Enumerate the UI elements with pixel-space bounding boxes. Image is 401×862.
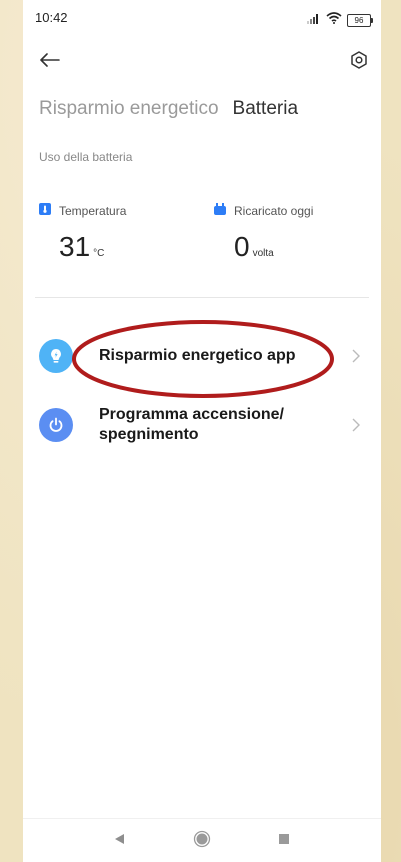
battery-icon: 96 xyxy=(347,13,373,27)
phone-screen: 10:42 96 Risparmio energetico Batteria U… xyxy=(23,0,381,862)
wifi-icon xyxy=(326,11,342,29)
plug-icon xyxy=(214,203,226,218)
lightbulb-icon xyxy=(39,339,73,373)
circle-home-icon xyxy=(193,830,211,853)
nav-back-button[interactable] xyxy=(108,829,132,853)
thermometer-icon xyxy=(39,203,51,218)
menu-item-label: Risparmio energetico app xyxy=(99,347,296,364)
chevron-right-icon xyxy=(351,349,361,363)
temperature-unit: °C xyxy=(93,248,105,259)
tab-power-saving[interactable]: Risparmio energetico xyxy=(39,98,219,120)
triangle-back-icon xyxy=(114,832,126,850)
nav-home-button[interactable] xyxy=(190,829,214,853)
recharged-label: Ricaricato oggi xyxy=(234,203,314,218)
settings-button[interactable] xyxy=(345,48,373,76)
menu-item-label: Programma accensione/ spegnimento xyxy=(99,405,284,445)
temperature-value: 31 xyxy=(59,231,91,262)
menu-item-label-line1: Programma accensione/ xyxy=(99,406,284,423)
recharged-value: 0 xyxy=(234,231,250,262)
signal-icon xyxy=(307,11,321,29)
menu-item-power-schedule[interactable]: Programma accensione/ spegnimento xyxy=(23,400,381,450)
menu-item-app-power-saving[interactable]: Risparmio energetico app xyxy=(23,336,381,376)
recharged-stat: Ricaricato oggi 0 volta xyxy=(214,203,313,263)
status-bar: 10:42 96 xyxy=(23,0,381,36)
toolbar xyxy=(23,44,381,80)
temperature-label: Temperatura xyxy=(59,203,127,218)
navigation-bar xyxy=(23,818,381,862)
status-time: 10:42 xyxy=(35,10,68,25)
recharged-unit: volta xyxy=(252,248,274,259)
chevron-right-icon xyxy=(351,418,361,432)
tab-bar: Risparmio energetico Batteria xyxy=(39,98,298,120)
arrow-left-icon xyxy=(40,52,60,72)
power-icon xyxy=(39,408,73,442)
gear-icon xyxy=(350,50,368,74)
section-label: Uso della batteria xyxy=(39,150,133,164)
nav-recents-button[interactable] xyxy=(272,829,296,853)
menu-item-label-line2: spegnimento xyxy=(99,426,199,443)
temperature-stat: Temperatura 31 °C xyxy=(39,203,126,263)
square-recents-icon xyxy=(278,832,290,850)
back-button[interactable] xyxy=(35,50,65,74)
tab-battery[interactable]: Batteria xyxy=(233,98,298,120)
divider xyxy=(35,297,369,298)
status-icons: 96 xyxy=(307,11,373,29)
